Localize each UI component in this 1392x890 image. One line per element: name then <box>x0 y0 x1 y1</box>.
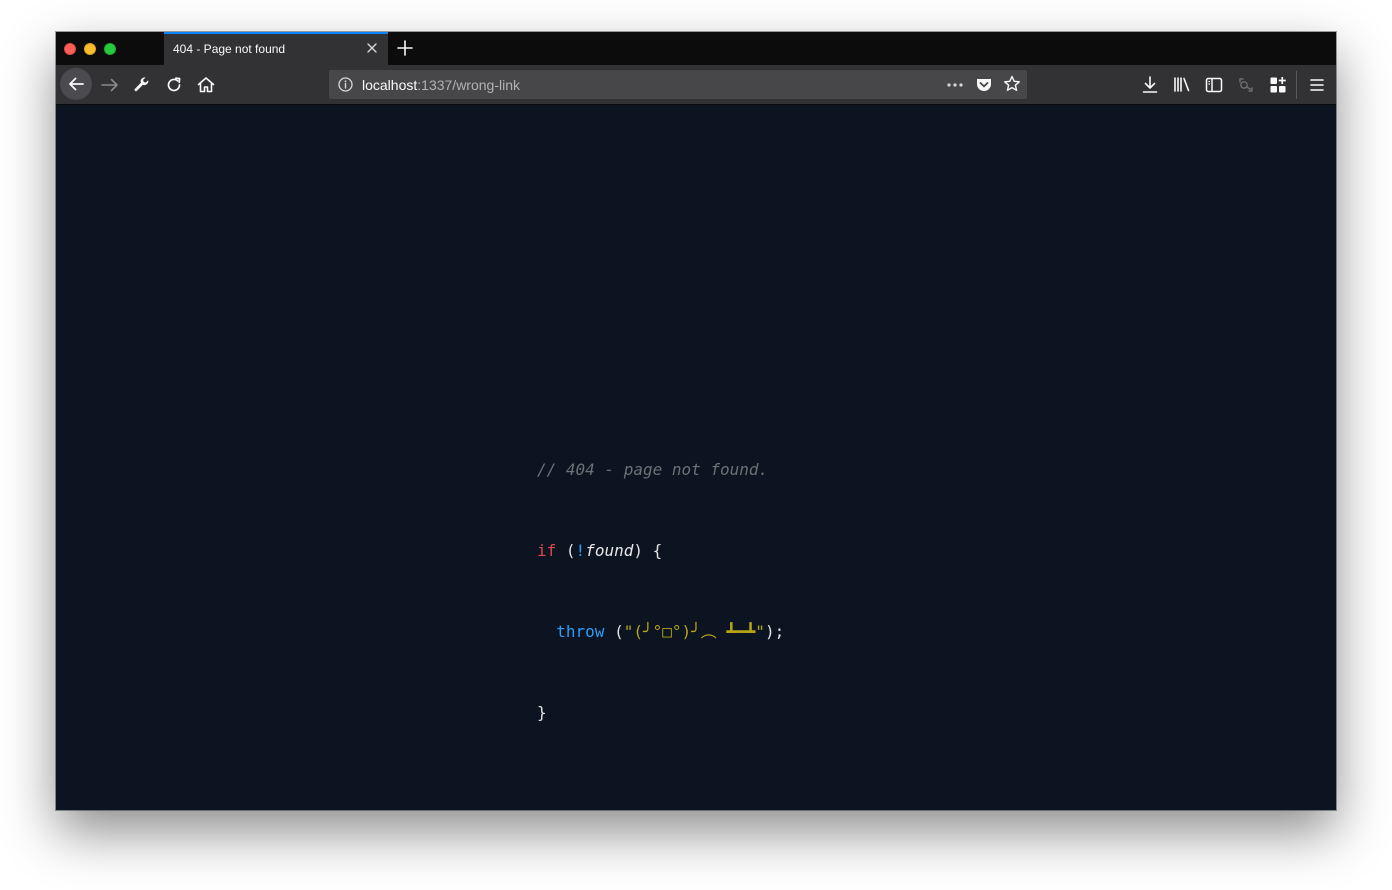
download-icon[interactable] <box>1138 73 1162 97</box>
throw-open: ( <box>604 622 624 641</box>
star-icon[interactable] <box>1002 74 1022 99</box>
home-icon[interactable] <box>194 73 218 97</box>
paren-close-brace: ) { <box>633 541 663 560</box>
if-keyword: if <box>537 541 557 560</box>
new-tab-plus-icon[interactable] <box>396 39 414 57</box>
library-icon[interactable] <box>1170 73 1194 97</box>
not-operator: ! <box>575 541 586 560</box>
tab-title: 404 - Page not found <box>173 42 286 56</box>
code-comment: // 404 - page not found. <box>537 460 769 479</box>
back-button[interactable] <box>60 68 92 100</box>
url-host: localhost <box>362 77 418 93</box>
pocket-icon[interactable] <box>974 75 994 100</box>
minimize-window-button[interactable] <box>84 43 96 55</box>
found-variable: found <box>585 541 634 560</box>
info-icon[interactable] <box>337 76 354 98</box>
paren-open: ( <box>565 541 576 560</box>
tab-strip: 404 - Page not found <box>56 32 1336 65</box>
screenshot-icon[interactable] <box>1234 73 1258 97</box>
code-if-line: if (!found) { <box>537 537 784 564</box>
zoom-window-button[interactable] <box>104 43 116 55</box>
tab-close-icon[interactable] <box>364 40 380 56</box>
more-dots-icon[interactable] <box>945 75 965 100</box>
close-window-button[interactable] <box>64 43 76 55</box>
back-arrow-icon <box>69 77 84 91</box>
url-text[interactable]: localhost:1337/wrong-link <box>362 77 520 93</box>
throw-keyword: throw <box>556 622 605 641</box>
wrench-icon[interactable] <box>130 73 154 97</box>
code-close-brace: } <box>537 703 547 722</box>
throw-close: ); <box>764 622 785 641</box>
url-path: :1337/wrong-link <box>417 77 520 93</box>
code-throw-line: throw ("(╯°□°)╯︵ ┻━┻"); <box>537 618 784 645</box>
reload-icon[interactable] <box>162 73 186 97</box>
browser-window: 404 - Page not found localhost:1337/wron… <box>56 32 1336 810</box>
url-bar[interactable]: localhost:1337/wrong-link <box>329 70 1027 99</box>
grid-add-icon[interactable] <box>1266 73 1290 97</box>
tab-active[interactable]: 404 - Page not found <box>164 32 388 65</box>
forward-arrow-icon[interactable] <box>98 73 122 97</box>
nav-toolbar: localhost:1337/wrong-link <box>56 65 1336 105</box>
toolbar-separator <box>1296 71 1297 99</box>
sidebar-icon[interactable] <box>1202 73 1226 97</box>
code-block: // 404 - page not found. if (!found) { t… <box>537 402 784 780</box>
hamburger-menu-icon[interactable] <box>1305 73 1329 97</box>
thrown-string: "(╯°□°)╯︵ ┻━┻" <box>623 622 765 641</box>
page-content: // 404 - page not found. if (!found) { t… <box>56 105 1336 810</box>
